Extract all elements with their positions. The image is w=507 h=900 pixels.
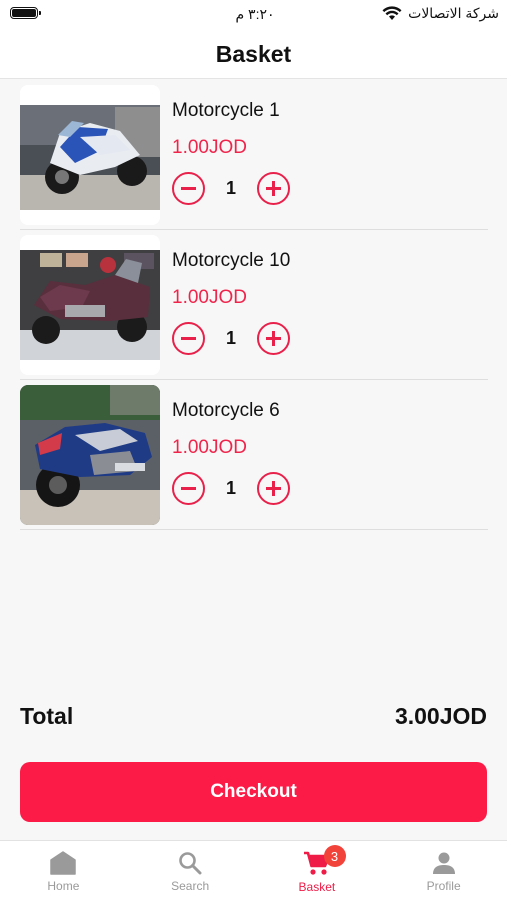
battery-icon [10, 7, 41, 19]
product-image[interactable] [20, 385, 160, 525]
quantity-value: 1 [225, 178, 236, 198]
tab-basket[interactable]: 3 Basket [254, 841, 381, 900]
status-right: شركة الاتصالات [382, 5, 499, 22]
quantity-value: 1 [225, 328, 236, 348]
carrier-name: شركة الاتصالات [408, 5, 499, 21]
quantity-stepper: 1 [172, 172, 290, 205]
cart-item: Motorcycle 1 1.00JOD 1 [20, 80, 488, 230]
page-title: Basket [215, 40, 292, 67]
cart-item: Motorcycle 10 1.00JOD 1 [20, 230, 488, 380]
tab-home[interactable]: Home [0, 841, 127, 900]
increase-quantity-button[interactable] [257, 472, 290, 505]
increase-quantity-button[interactable] [257, 322, 290, 355]
product-image[interactable] [20, 85, 160, 225]
header: Basket [0, 30, 507, 79]
status-time: ٣:٢٠ م [235, 6, 275, 22]
quantity-stepper: 1 [172, 472, 290, 505]
cart-badge: 3 [323, 845, 346, 867]
product-image[interactable] [20, 235, 160, 375]
search-icon [178, 851, 202, 875]
tab-label: Search [171, 879, 210, 893]
decrease-quantity-button[interactable] [172, 472, 205, 505]
quantity-value: 1 [225, 478, 236, 498]
item-price: 1.00JOD [172, 287, 247, 308]
item-price: 1.00JOD [172, 137, 247, 158]
status-bar: ٣:٢٠ م شركة الاتصالات [0, 0, 507, 30]
total-label: Total [20, 703, 74, 729]
decrease-quantity-button[interactable] [172, 322, 205, 355]
increase-quantity-button[interactable] [257, 172, 290, 205]
item-name: Motorcycle 6 [172, 400, 280, 421]
person-icon [432, 851, 456, 875]
cart-list: Motorcycle 1 1.00JOD 1 Motorcycle 10 1.0… [20, 80, 488, 530]
item-price: 1.00JOD [172, 437, 247, 458]
tab-search[interactable]: Search [127, 841, 254, 900]
tab-profile[interactable]: Profile [380, 841, 507, 900]
total-row: Total 3.00JOD [20, 703, 487, 730]
total-value: 3.00JOD [394, 703, 487, 729]
item-name: Motorcycle 10 [172, 250, 291, 271]
tab-label: Home [47, 879, 80, 893]
decrease-quantity-button[interactable] [172, 172, 205, 205]
tab-label: Basket [298, 880, 336, 894]
tab-bar: Home Search 3 Basket Profile [0, 840, 507, 900]
cart-item: Motorcycle 6 1.00JOD 1 [20, 380, 488, 530]
checkout-button[interactable]: Checkout [20, 762, 487, 822]
quantity-stepper: 1 [172, 322, 290, 355]
home-icon [50, 851, 77, 875]
tab-label: Profile [426, 879, 461, 893]
wifi-icon [382, 6, 402, 21]
item-name: Motorcycle 1 [172, 100, 280, 121]
